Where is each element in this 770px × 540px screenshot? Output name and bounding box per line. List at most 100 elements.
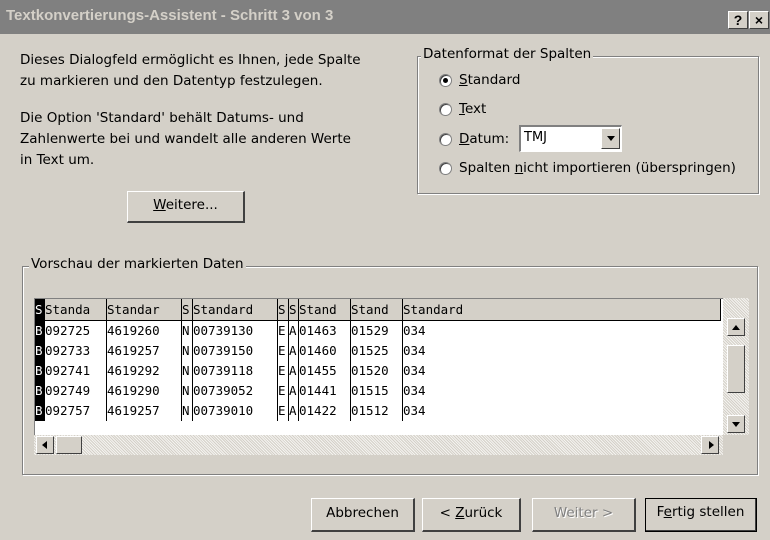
table-cell: N	[182, 361, 193, 381]
finish-button-label: rtig stellen	[671, 504, 745, 520]
column-header-6[interactable]: S	[278, 299, 289, 320]
table-cell: B	[35, 341, 45, 361]
advanced-button[interactable]: Weitere...	[127, 191, 245, 223]
table-cell: 01463	[299, 321, 351, 341]
table-cell: A	[289, 321, 299, 341]
table-cell: 4619292	[107, 361, 182, 381]
table-cell: 00739130	[193, 321, 278, 341]
table-cell: B	[35, 321, 45, 341]
title-bar: Textkonvertierungs-Assistent - Schritt 3…	[0, 0, 770, 34]
scroll-left-button[interactable]	[36, 436, 54, 454]
cancel-button[interactable]: Abbrechen	[311, 498, 415, 532]
scroll-up-button[interactable]	[727, 318, 745, 336]
table-cell: 01529	[351, 321, 403, 341]
horizontal-scroll-thumb[interactable]	[56, 436, 82, 454]
date-format-dropdown-button[interactable]	[601, 128, 620, 149]
column-header-1[interactable]: S	[35, 299, 45, 320]
advanced-button-label: eitere...	[165, 197, 218, 213]
finish-button[interactable]: Fertig stellen	[645, 498, 757, 532]
table-cell: A	[289, 381, 299, 401]
table-cell: E	[278, 381, 289, 401]
column-header-2[interactable]: Standa	[45, 299, 107, 320]
table-cell: 01455	[299, 361, 351, 381]
date-format-value: TMJ	[524, 130, 547, 145]
table-cell: 092733	[45, 341, 107, 361]
table-cell: N	[182, 381, 193, 401]
column-header-5[interactable]: Standard	[193, 299, 278, 320]
table-cell: 00739010	[193, 401, 278, 421]
scroll-right-button[interactable]	[701, 436, 719, 454]
column-header-8[interactable]: Stand	[299, 299, 351, 320]
finish-button-prefix: F	[656, 504, 664, 520]
radio-date[interactable]	[439, 133, 452, 146]
table-cell: 092741	[45, 361, 107, 381]
column-header-7[interactable]: S	[289, 299, 299, 320]
table-cell: 4619257	[107, 401, 182, 421]
table-cell: E	[278, 401, 289, 421]
close-button[interactable]: ×	[749, 11, 769, 29]
help-button[interactable]: ?	[728, 11, 748, 29]
table-cell: 092757	[45, 401, 107, 421]
radio-text[interactable]	[439, 103, 452, 116]
table-cell: A	[289, 361, 299, 381]
table-cell: B	[35, 361, 45, 381]
table-cell: 034	[403, 363, 426, 378]
table-cell: 00739052	[193, 381, 278, 401]
radio-date-label[interactable]: Datum:	[459, 131, 509, 147]
radio-standard[interactable]	[439, 74, 452, 87]
description-line-1: Dieses Dialogfeld ermöglicht es Ihnen, j…	[20, 52, 361, 68]
column-header-9[interactable]: Stand	[351, 299, 403, 320]
back-button[interactable]: < Zurück	[422, 498, 521, 532]
radio-skip-accel: n	[514, 160, 524, 176]
data-preview-grid[interactable]: S Standa Standar S Standard S S Stand St…	[34, 298, 723, 435]
table-cell: 01525	[351, 341, 403, 361]
radio-standard-text: tandard	[467, 72, 521, 88]
column-header-3[interactable]: Standar	[107, 299, 182, 320]
radio-text-label[interactable]: Text	[459, 101, 486, 117]
column-header-4[interactable]: S	[182, 299, 193, 320]
table-cell: 092749	[45, 381, 107, 401]
radio-skip-text: icht importieren (überspringen)	[523, 160, 736, 176]
advanced-button-accel: W	[153, 197, 166, 213]
radio-date-text: atum:	[469, 131, 510, 147]
table-cell: 4619290	[107, 381, 182, 401]
table-cell: 01512	[351, 401, 403, 421]
scroll-down-button[interactable]	[727, 415, 745, 433]
next-button[interactable]: Weiter >	[532, 498, 636, 532]
preview-header-row: S Standa Standar S Standard S S Stand St…	[35, 299, 721, 321]
table-cell: 092725	[45, 321, 107, 341]
radio-skip-column[interactable]	[439, 162, 452, 175]
vertical-scroll-thumb[interactable]	[727, 345, 745, 393]
radio-standard-label[interactable]: Standard	[459, 72, 520, 88]
arrow-left-icon	[42, 441, 47, 449]
table-cell: 01460	[299, 341, 351, 361]
table-row: B 092733 4619257 N 00739150 E A 01460 01…	[35, 341, 721, 361]
description-line-2: zu markieren und den Datentyp festzulege…	[20, 73, 323, 89]
table-cell: 034	[403, 403, 426, 418]
back-button-prefix: <	[439, 505, 456, 521]
horizontal-scrollbar[interactable]	[34, 435, 723, 455]
table-cell: B	[35, 401, 45, 421]
column-header-10[interactable]: Standard	[403, 299, 721, 320]
table-cell: 01441	[299, 381, 351, 401]
table-cell: 4619257	[107, 341, 182, 361]
radio-standard-accel: S	[459, 72, 468, 88]
table-cell: 00739150	[193, 341, 278, 361]
description-line-3: Die Option 'Standard' behält Datums- und	[20, 110, 304, 126]
table-cell: E	[278, 321, 289, 341]
description-line-5: in Text um.	[20, 152, 95, 168]
table-cell: N	[182, 341, 193, 361]
radio-skip-pre: Spalten	[459, 160, 515, 176]
table-cell: A	[289, 341, 299, 361]
table-cell: B	[35, 381, 45, 401]
radio-skip-column-label[interactable]: Spalten nicht importieren (überspringen)	[459, 160, 736, 176]
table-cell: E	[278, 361, 289, 381]
table-row: B 092757 4619257 N 00739010 E A 01422 01…	[35, 401, 721, 421]
text-import-wizard-dialog: Textkonvertierungs-Assistent - Schritt 3…	[0, 0, 770, 540]
table-cell: 034	[403, 343, 426, 358]
window-title: Textkonvertierungs-Assistent - Schritt 3…	[6, 7, 334, 24]
table-cell: 034	[403, 383, 426, 398]
date-format-select[interactable]: TMJ	[519, 125, 622, 152]
format-group-title: Datenformat der Spalten	[421, 46, 594, 62]
arrow-up-icon	[732, 325, 740, 330]
